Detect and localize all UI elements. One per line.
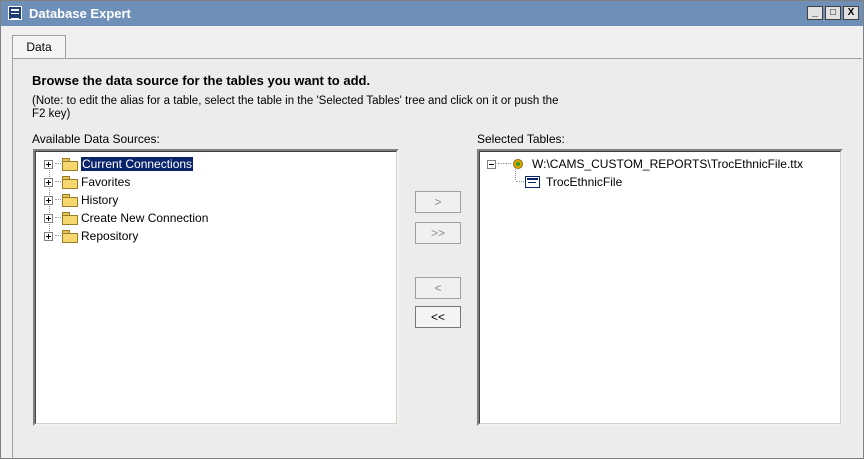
maximize-button[interactable]: □ bbox=[825, 6, 841, 20]
tree-label: Favorites bbox=[81, 175, 131, 189]
window-title: Database Expert bbox=[29, 6, 131, 21]
expand-icon[interactable] bbox=[44, 195, 53, 205]
remove-all-button[interactable]: << bbox=[415, 306, 461, 328]
folder-icon bbox=[62, 229, 79, 243]
add-all-button[interactable]: >> bbox=[415, 222, 461, 244]
tree-item-history[interactable]: History bbox=[44, 191, 118, 209]
available-sources-tree[interactable]: Current Connections Favorites History Cr… bbox=[33, 149, 399, 426]
folder-icon bbox=[62, 211, 79, 225]
minimize-button[interactable]: _ bbox=[807, 6, 823, 20]
selected-tables-tree[interactable]: W:\CAMS_CUSTOM_REPORTS\TrocEthnicFile.tt… bbox=[477, 149, 843, 426]
selected-table-item[interactable]: TrocEthnicFile bbox=[516, 173, 622, 191]
expand-icon[interactable] bbox=[44, 231, 53, 241]
collapse-icon[interactable] bbox=[487, 159, 496, 169]
table-label: TrocEthnicFile bbox=[546, 175, 623, 189]
tab-data[interactable]: Data bbox=[12, 35, 66, 59]
instructions-heading: Browse the data source for the tables yo… bbox=[32, 73, 371, 88]
selected-connection-item[interactable]: W:\CAMS_CUSTOM_REPORTS\TrocEthnicFile.tt… bbox=[487, 155, 803, 173]
folder-icon bbox=[62, 175, 79, 189]
database-expert-window: Database Expert _ □ X Data Browse the da… bbox=[0, 0, 864, 459]
instructions-note: (Note: to edit the alias for a table, se… bbox=[32, 95, 559, 120]
tree-label: History bbox=[81, 193, 119, 207]
connection-label: W:\CAMS_CUSTOM_REPORTS\TrocEthnicFile.tt… bbox=[532, 157, 803, 171]
expand-icon[interactable] bbox=[44, 213, 53, 223]
tree-label: Create New Connection bbox=[81, 211, 209, 225]
tree-item-repository[interactable]: Repository bbox=[44, 227, 138, 245]
database-icon bbox=[512, 158, 526, 170]
selected-tables-label: Selected Tables: bbox=[477, 132, 565, 146]
window-controls: _ □ X bbox=[805, 6, 859, 20]
tree-label: Current Connections bbox=[81, 157, 194, 171]
available-sources-label: Available Data Sources: bbox=[32, 132, 160, 146]
table-icon bbox=[525, 176, 540, 188]
tree-item-favorites[interactable]: Favorites bbox=[44, 173, 130, 191]
remove-button[interactable]: < bbox=[415, 277, 461, 299]
database-expert-icon bbox=[8, 6, 22, 20]
expand-icon[interactable] bbox=[44, 159, 53, 169]
folder-icon bbox=[62, 157, 79, 171]
add-button[interactable]: > bbox=[415, 191, 461, 213]
tree-label: Repository bbox=[81, 229, 139, 243]
folder-icon bbox=[62, 193, 79, 207]
close-button[interactable]: X bbox=[843, 6, 859, 20]
tree-item-current-connections[interactable]: Current Connections bbox=[44, 155, 194, 173]
tree-item-create-new-connection[interactable]: Create New Connection bbox=[44, 209, 208, 227]
title-bar[interactable]: Database Expert _ □ X bbox=[1, 1, 863, 26]
expand-icon[interactable] bbox=[44, 177, 53, 187]
